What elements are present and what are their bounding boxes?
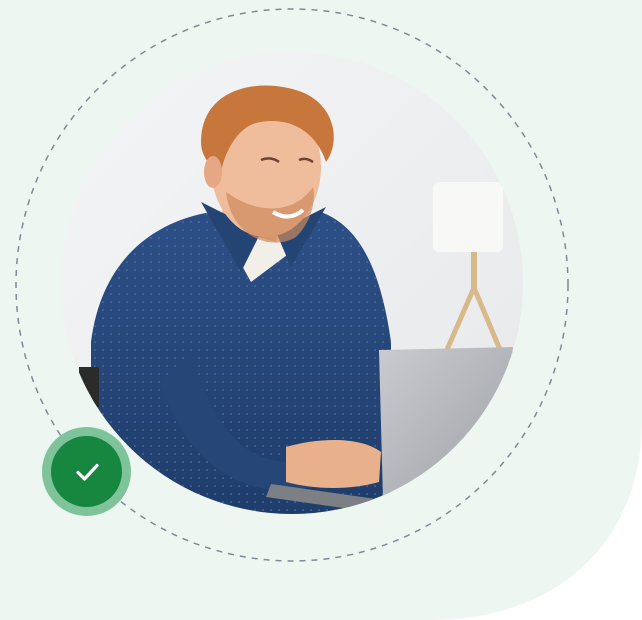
verified-badge-inner (51, 436, 122, 507)
profile-photo (61, 52, 523, 514)
check-icon (75, 463, 99, 481)
hero-illustration (0, 0, 642, 620)
verified-badge (42, 427, 131, 516)
